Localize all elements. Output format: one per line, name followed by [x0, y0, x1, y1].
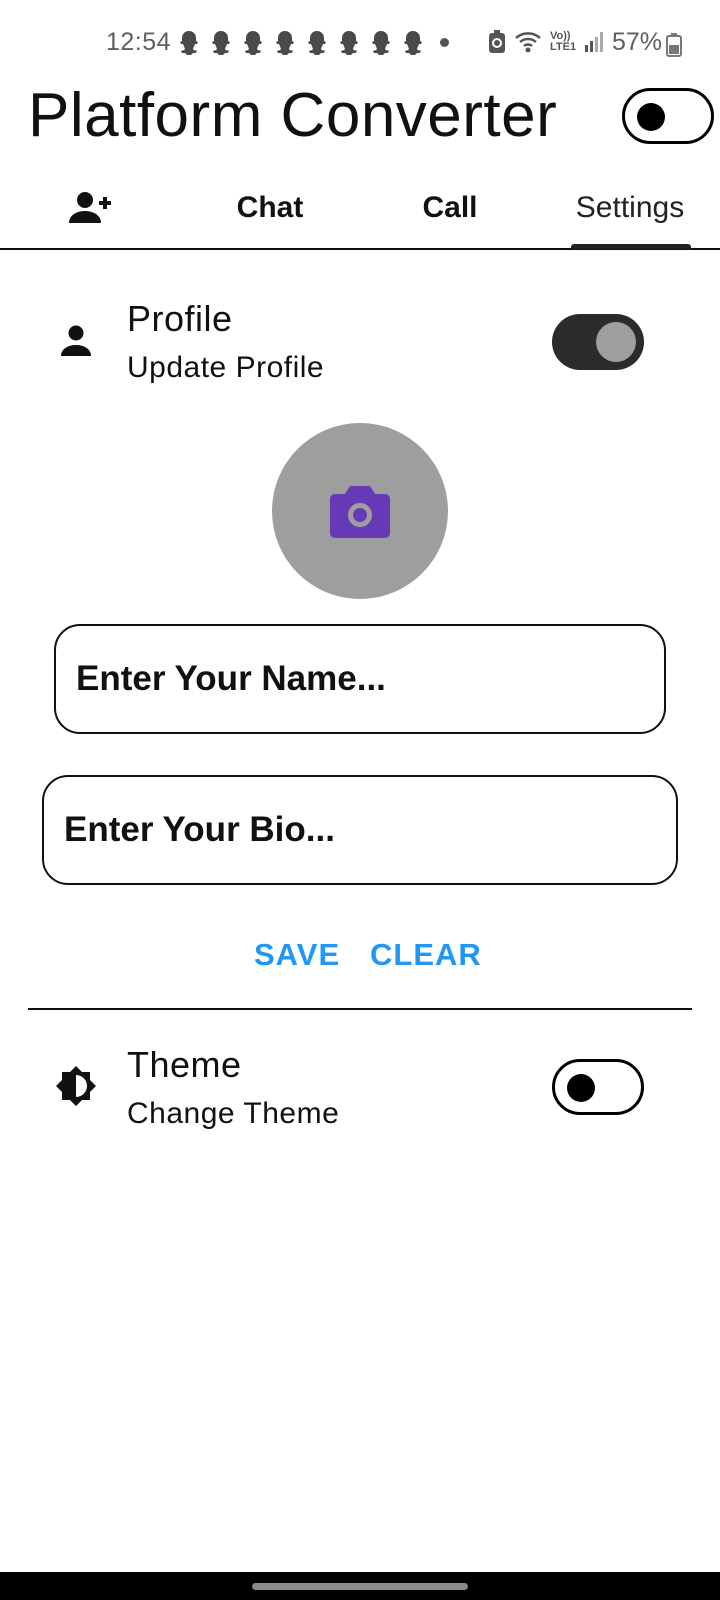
name-input[interactable]	[54, 624, 666, 734]
toggle-knob	[567, 1074, 595, 1102]
bio-input[interactable]	[42, 775, 678, 885]
status-bar: 12:54 Vo)) LTE1 57%	[0, 0, 720, 88]
notification-icons	[177, 30, 425, 56]
tab-call[interactable]: Call	[360, 168, 540, 248]
toggle-knob	[637, 103, 665, 131]
signal-icon	[585, 32, 604, 52]
battery-percent: 57%	[612, 28, 663, 56]
theme-subtitle: Change Theme	[127, 1097, 340, 1130]
theme-toggle[interactable]	[552, 1059, 644, 1115]
system-icons: Vo)) LTE1	[488, 30, 604, 54]
tab-add-contact[interactable]	[0, 168, 180, 248]
avatar-picker[interactable]	[272, 423, 448, 599]
app-title: Platform Converter	[28, 81, 558, 150]
lte-label: LTE1	[550, 41, 577, 53]
save-button[interactable]: SAVE	[252, 933, 342, 977]
tab-settings[interactable]: Settings	[540, 168, 720, 248]
snapchat-icon	[180, 31, 198, 55]
brightness-icon	[56, 1066, 96, 1106]
volte-indicator: Vo)) LTE1	[550, 31, 576, 53]
theme-title: Theme	[127, 1044, 242, 1085]
snapchat-icon	[404, 31, 422, 55]
tab-indicator	[571, 244, 691, 249]
app-screen: 12:54 Vo)) LTE1 57% Platform Converter C…	[0, 0, 720, 1600]
snapchat-icon	[340, 31, 358, 55]
snapchat-icon	[244, 31, 262, 55]
clear-button[interactable]: CLEAR	[368, 933, 484, 977]
snapchat-icon	[276, 31, 294, 55]
wifi-icon	[515, 32, 541, 53]
battery-icon	[666, 33, 682, 57]
person-icon	[61, 325, 91, 356]
platform-toggle[interactable]	[622, 88, 714, 144]
tab-chat[interactable]: Chat	[180, 168, 360, 248]
snapchat-icon	[308, 31, 326, 55]
more-notifications-dot	[440, 38, 449, 47]
profile-title: Profile	[127, 298, 233, 339]
snapchat-icon	[212, 31, 230, 55]
camera-icon	[330, 486, 390, 538]
person-add-icon	[69, 192, 111, 223]
toggle-knob	[596, 322, 636, 362]
profile-toggle[interactable]	[552, 314, 644, 370]
tab-bar: Chat Call Settings	[0, 168, 720, 250]
status-time: 12:54	[106, 28, 172, 56]
home-gesture-handle[interactable]	[252, 1583, 468, 1590]
system-nav-bar	[0, 1572, 720, 1600]
section-divider	[28, 1008, 692, 1010]
snapchat-icon	[372, 31, 390, 55]
profile-subtitle: Update Profile	[127, 351, 325, 384]
battery-saver-icon	[489, 30, 505, 53]
